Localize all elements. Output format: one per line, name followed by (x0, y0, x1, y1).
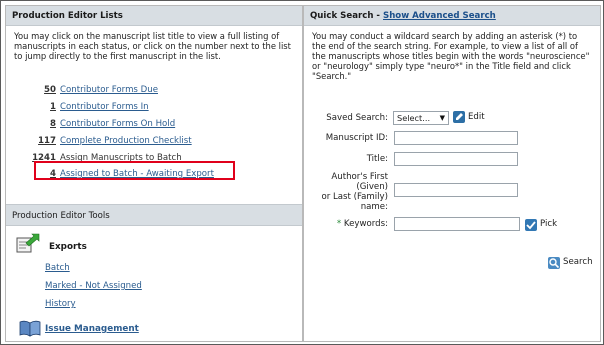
edit-button[interactable]: Edit (468, 112, 485, 122)
panel-title: Production Editor Lists (12, 11, 123, 21)
quick-search-title: Quick Search - (310, 11, 383, 21)
edit-icon[interactable] (453, 111, 465, 123)
manuscript-id-input[interactable] (394, 131, 518, 145)
list-title-link[interactable]: Complete Production Checklist (60, 136, 192, 146)
window-frame: Production Editor Lists You may click on… (0, 0, 604, 345)
title-label: Title: (366, 154, 388, 164)
author-label-line-1: Author's First (331, 172, 388, 182)
production-editor-lists-header: Production Editor Lists (6, 6, 302, 26)
saved-search-value: Select... (397, 113, 431, 123)
batch-link[interactable]: Batch (45, 263, 70, 273)
list-count[interactable]: 8 (50, 119, 56, 129)
list-count[interactable]: 50 (44, 85, 56, 95)
highlight-box (34, 161, 235, 180)
marked-not-assigned-link[interactable]: Marked - Not Assigned (45, 281, 142, 291)
checkmark-icon[interactable] (525, 219, 537, 231)
title-input[interactable] (394, 152, 518, 166)
author-label-line-4: name: (360, 202, 388, 212)
list-title-link[interactable]: Contributor Forms On Hold (60, 119, 175, 129)
list-item[interactable]: 50 Contributor Forms Due (6, 85, 302, 97)
manuscript-id-label: Manuscript ID: (325, 133, 388, 143)
author-label-line-3: or Last (Family) (321, 192, 388, 202)
production-editor-tools-header: Production Editor Tools (6, 204, 302, 226)
list-title-link[interactable]: Contributor Forms Due (60, 85, 158, 95)
author-name-input[interactable] (394, 183, 518, 197)
issue-management-link[interactable]: Issue Management (45, 324, 139, 334)
author-label-line-2: (Given) (356, 182, 388, 192)
list-item[interactable]: 117 Complete Production Checklist (6, 136, 302, 148)
search-intro-text: You may conduct a wildcard search by add… (312, 31, 590, 81)
lists-intro-text: You may click on the manuscript list tit… (14, 31, 291, 61)
show-advanced-search-link[interactable]: Show Advanced Search (383, 11, 496, 21)
saved-search-select[interactable]: Select... ▼ (393, 111, 449, 125)
keywords-label: * Keywords: (337, 219, 388, 229)
right-column: Quick Search - Show Advanced Search You … (303, 5, 601, 342)
exports-title: Exports (49, 242, 87, 252)
list-item[interactable]: 1 Contributor Forms In (6, 102, 302, 114)
magnifier-icon[interactable] (548, 257, 560, 269)
list-count[interactable]: 117 (38, 136, 56, 146)
left-column: Production Editor Lists You may click on… (5, 5, 303, 342)
dropdown-caret-icon: ▼ (439, 114, 445, 122)
export-arrow-icon (16, 233, 40, 253)
tools-title: Production Editor Tools (12, 211, 110, 221)
saved-search-label: Saved Search: (326, 113, 388, 123)
history-link[interactable]: History (45, 299, 76, 309)
list-count[interactable]: 1 (50, 102, 56, 112)
pick-button[interactable]: Pick (540, 219, 557, 229)
list-title-link[interactable]: Contributor Forms In (60, 102, 149, 112)
keywords-label-text: Keywords: (341, 219, 388, 229)
quick-search-header: Quick Search - Show Advanced Search (304, 6, 600, 26)
book-icon (19, 320, 41, 337)
keywords-input[interactable] (394, 217, 520, 231)
search-button[interactable]: Search (563, 257, 593, 267)
list-item[interactable]: 8 Contributor Forms On Hold (6, 119, 302, 131)
